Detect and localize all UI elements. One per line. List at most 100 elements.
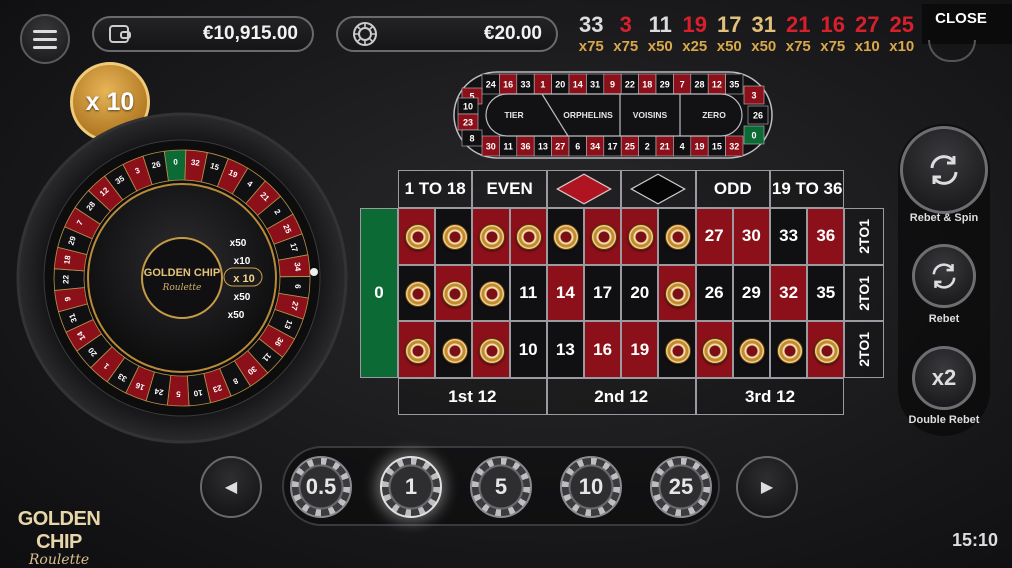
number-cell-15[interactable]	[546, 208, 584, 265]
racetrack-section-zero[interactable]: ZERO	[702, 110, 726, 120]
rebet-icon	[932, 263, 956, 289]
number-cell-27[interactable]: 27	[695, 208, 733, 265]
history-number: 33	[579, 12, 604, 37]
placed-chip	[478, 281, 505, 308]
racetrack[interactable]: 24 16 33 1 20 14 31 9 22 18 29 7 28 12 3530 11 36 13 27 6 34…	[452, 70, 774, 160]
number-cell-3[interactable]	[398, 208, 436, 265]
number-cell-13[interactable]: 13	[546, 321, 584, 379]
clock: 15:10	[952, 530, 999, 550]
number-cell-35[interactable]: 35	[807, 264, 845, 322]
number-label: 16	[593, 339, 613, 359]
racetrack-section-orphelins[interactable]: ORPHELINS	[563, 110, 613, 120]
racetrack-number: 3	[751, 91, 756, 101]
racetrack-section-tier[interactable]: TIER	[504, 110, 523, 120]
outside-bet-2[interactable]	[546, 170, 622, 208]
number-cell-33[interactable]: 33	[770, 208, 808, 265]
wheel-number: 32	[190, 158, 200, 168]
outside-bet-1[interactable]: EVEN	[472, 170, 547, 208]
double-rebet-button[interactable]: x2	[912, 346, 976, 410]
chips-prev-button[interactable]: ◀	[200, 456, 262, 518]
number-cell-26[interactable]: 26	[695, 264, 733, 322]
wheel-logo-sub: Roulette	[162, 283, 202, 293]
outside-bet-4[interactable]: ODD	[695, 170, 770, 208]
number-cell-10[interactable]: 10	[509, 321, 547, 379]
number-cell-36[interactable]: 36	[807, 208, 845, 265]
history-number: 3	[619, 12, 632, 37]
rebet-button[interactable]	[912, 244, 976, 308]
chips-next-button[interactable]: ▶	[736, 456, 798, 518]
menu-button[interactable]	[20, 14, 70, 64]
wheel-number: 22	[61, 274, 70, 284]
number-cell-24[interactable]	[658, 208, 696, 265]
number-cell-23[interactable]	[658, 264, 696, 322]
outside-bet-3[interactable]	[621, 170, 696, 208]
close-button[interactable]: CLOSE	[922, 10, 1000, 27]
number-cell-4[interactable]	[435, 321, 473, 379]
number-cell-5[interactable]	[435, 264, 473, 322]
placed-chip	[404, 281, 431, 308]
number-cell-32[interactable]: 32	[770, 264, 808, 322]
cell-zero[interactable]: 0	[360, 208, 398, 379]
column-bet-2[interactable]: 2TO1	[844, 264, 885, 322]
history-multiplier: x50	[751, 38, 777, 55]
number-cell-19[interactable]: 19	[621, 321, 659, 379]
number-cell-17[interactable]: 17	[584, 264, 622, 322]
number-cell-2[interactable]	[398, 264, 436, 322]
number-cell-18[interactable]	[584, 208, 622, 265]
number-cell-21[interactable]	[621, 208, 659, 265]
number-label: 29	[741, 283, 761, 303]
number-cell-11[interactable]: 11	[509, 264, 547, 322]
number-cell-12[interactable]	[509, 208, 547, 265]
dozen-bet-3[interactable]: 3rd 12	[695, 378, 845, 416]
dozen-bet-1[interactable]: 1st 12	[398, 378, 547, 416]
number-cell-20[interactable]: 20	[621, 264, 659, 322]
racetrack-number: 16	[503, 80, 513, 90]
number-cell-6[interactable]	[435, 208, 473, 265]
settings-button-partial[interactable]	[928, 40, 976, 62]
racetrack-section-voisins[interactable]: VOISINS	[633, 110, 668, 120]
chip-value-5[interactable]: 5	[470, 456, 532, 518]
placed-chip	[404, 337, 431, 364]
column-bet-3[interactable]: 2TO1	[844, 321, 885, 379]
history-multiplier: x75	[613, 38, 639, 55]
column-label: 2TO1	[856, 275, 873, 311]
number-cell-14[interactable]: 14	[546, 264, 584, 322]
outside-bet-5[interactable]: 19 TO 36	[770, 170, 845, 208]
number-cell-28[interactable]	[732, 321, 770, 379]
history-number: 11	[648, 12, 672, 37]
number-cell-8[interactable]	[472, 264, 510, 322]
history-multiplier: x75	[785, 38, 811, 55]
chip-value-1[interactable]: 1	[380, 456, 442, 518]
history-number: 16	[820, 12, 845, 37]
number-cell-9[interactable]	[472, 208, 510, 265]
racetrack-number: 7	[680, 80, 685, 90]
number-cell-29[interactable]: 29	[732, 264, 770, 322]
number-cell-34[interactable]	[807, 321, 845, 379]
racetrack-number: 21	[660, 142, 670, 152]
history-multiplier: x50	[716, 38, 742, 55]
racetrack-number: 6	[575, 142, 580, 152]
number-cell-16[interactable]: 16	[584, 321, 622, 379]
chip-value-25[interactable]: 25	[650, 456, 712, 518]
number-cell-22[interactable]	[658, 321, 696, 379]
number-cell-7[interactable]	[472, 321, 510, 379]
placed-chip	[553, 224, 580, 251]
history-number: 25	[889, 12, 914, 37]
wheel-number: 10	[193, 388, 204, 398]
number-cell-1[interactable]	[398, 321, 436, 379]
racetrack-number: 17	[607, 142, 617, 152]
number-label: 11	[519, 283, 538, 303]
chip-value-10[interactable]: 10	[560, 456, 622, 518]
rebet-spin-button[interactable]	[900, 126, 988, 214]
number-cell-31[interactable]	[770, 321, 808, 379]
number-cell-30[interactable]: 30	[732, 208, 770, 265]
outside-bet-0[interactable]: 1 TO 18	[398, 170, 473, 208]
number-label: 10	[518, 339, 538, 359]
balance-value: €10,915.00	[202, 23, 298, 44]
chip-value-0.5[interactable]: 0.5	[290, 456, 352, 518]
column-bet-1[interactable]: 2TO1	[844, 208, 885, 265]
dozen-bet-2[interactable]: 2nd 12	[546, 378, 696, 416]
betting-table[interactable]: 01 TO 18 EVEN ODD 19 TO 36 27 30 33 36 2TO1 11 14 1…	[360, 170, 886, 416]
column-label: 2TO1	[856, 332, 873, 368]
number-cell-25[interactable]	[695, 321, 733, 379]
